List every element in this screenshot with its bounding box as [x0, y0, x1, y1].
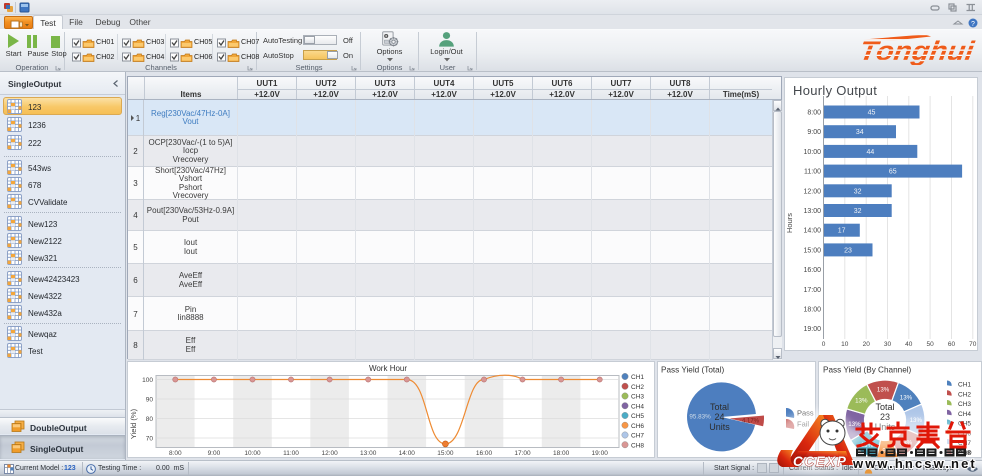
svg-text:?: ?	[971, 21, 975, 28]
svg-text:CCEXP: CCEXP	[793, 454, 848, 469]
svg-text:Pass Yield (By Channel): Pass Yield (By Channel)	[823, 366, 912, 375]
svg-text:20: 20	[863, 341, 871, 348]
svg-text:15:00: 15:00	[803, 247, 821, 254]
svg-text:17: 17	[838, 228, 846, 235]
svg-text:12:00: 12:00	[321, 450, 338, 457]
svg-text:Work Hour: Work Hour	[369, 364, 407, 373]
svg-text:100: 100	[142, 377, 153, 384]
svg-text:CH1: CH1	[631, 374, 644, 381]
svg-text:10:00: 10:00	[244, 450, 261, 457]
svg-text:16:00: 16:00	[803, 267, 821, 274]
svg-text:8:00: 8:00	[169, 450, 182, 457]
svg-text:19:00: 19:00	[592, 450, 609, 457]
svg-text:44: 44	[867, 149, 875, 156]
svg-text:65: 65	[889, 169, 897, 176]
svg-text:50: 50	[926, 341, 934, 348]
svg-text:70: 70	[146, 436, 154, 443]
svg-text:18:00: 18:00	[803, 307, 821, 314]
svg-text:10:00: 10:00	[803, 149, 821, 156]
svg-text:12:00: 12:00	[803, 188, 821, 195]
svg-text:Yield (%): Yield (%)	[129, 408, 138, 439]
svg-text:14:00: 14:00	[399, 450, 416, 457]
svg-text:16:00: 16:00	[476, 450, 493, 457]
svg-text:45: 45	[868, 110, 876, 117]
svg-text:90: 90	[146, 397, 154, 404]
svg-text:23: 23	[844, 247, 852, 254]
svg-text:17:00: 17:00	[803, 287, 821, 294]
svg-text:17:00: 17:00	[514, 450, 531, 457]
svg-text:19:00: 19:00	[803, 326, 821, 333]
svg-text:18:00: 18:00	[553, 450, 570, 457]
svg-text:32: 32	[854, 188, 862, 195]
svg-text:10: 10	[841, 341, 849, 348]
svg-text:Pass Yield (Total): Pass Yield (Total)	[661, 366, 725, 375]
svg-text:www.hncsw.net: www.hncsw.net	[852, 456, 977, 471]
svg-text:32: 32	[854, 208, 862, 215]
svg-text:15:00: 15:00	[437, 450, 454, 457]
svg-text:Hours: Hours	[785, 213, 794, 233]
svg-text:9:00: 9:00	[208, 450, 221, 457]
svg-text:9:00: 9:00	[807, 129, 821, 136]
svg-text:13:00: 13:00	[803, 208, 821, 215]
svg-text:14:00: 14:00	[803, 228, 821, 235]
svg-text:70: 70	[969, 341, 977, 348]
svg-text:34: 34	[856, 129, 864, 136]
svg-text:13:00: 13:00	[360, 450, 377, 457]
svg-text:80: 80	[146, 416, 154, 423]
svg-text:11:00: 11:00	[804, 169, 821, 176]
svg-text:11:00: 11:00	[283, 450, 299, 457]
svg-text:0: 0	[822, 341, 826, 348]
svg-text:40: 40	[905, 341, 913, 348]
svg-text:30: 30	[884, 341, 892, 348]
svg-text:8:00: 8:00	[807, 110, 821, 117]
svg-text:60: 60	[948, 341, 956, 348]
